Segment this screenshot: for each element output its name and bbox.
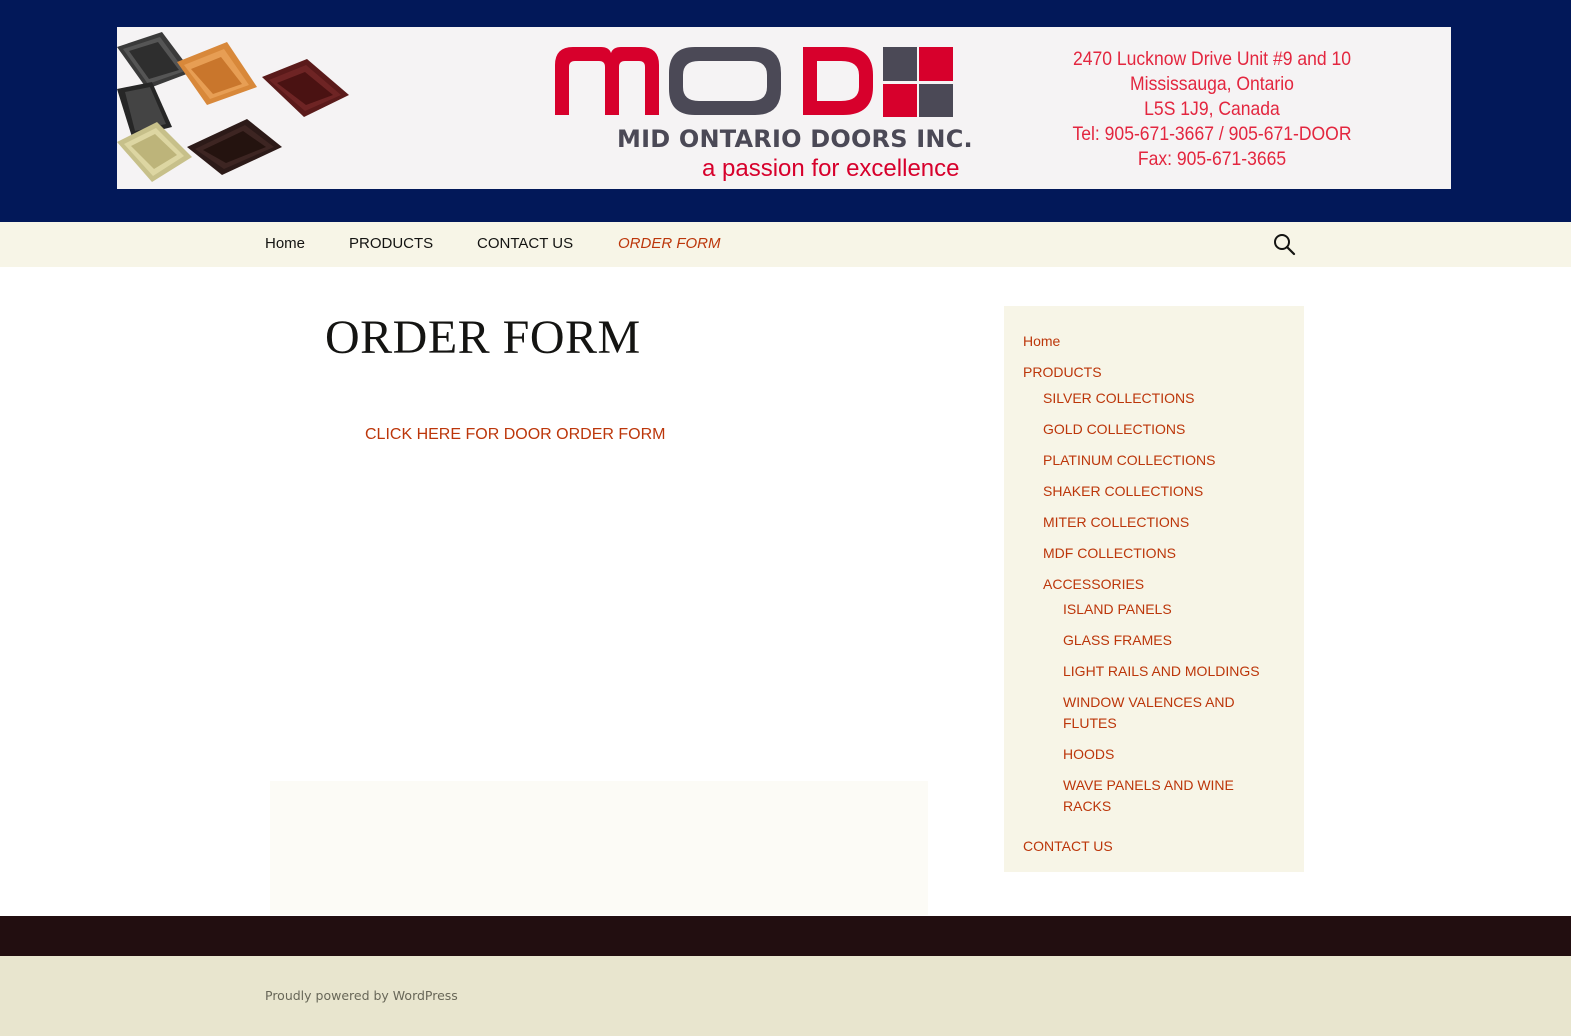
sidebar-item-platinum-collections[interactable]: PLATINUM COLLECTIONS bbox=[1043, 450, 1215, 471]
sidebar-item-products[interactable]: PRODUCTS bbox=[1023, 362, 1102, 383]
sidebar-item-mdf-collections[interactable]: MDF COLLECTIONS bbox=[1043, 543, 1176, 564]
mod-logo-icon bbox=[555, 47, 953, 117]
company-tagline: a passion for excellence bbox=[702, 155, 960, 182]
site-footer: Proudly powered by WordPress bbox=[0, 956, 1571, 1036]
sidebar-item-shaker-collections[interactable]: SHAKER COLLECTIONS bbox=[1043, 481, 1203, 502]
address-line: Mississauga, Ontario bbox=[1130, 73, 1294, 95]
page-title: ORDER FORM bbox=[325, 311, 641, 364]
sidebar-item-wave-panels[interactable]: WAVE PANELS AND WINE bbox=[1063, 775, 1234, 796]
sidebar-item-contact-us[interactable]: CONTACT US bbox=[1023, 836, 1113, 857]
main-navigation: Home PRODUCTS CONTACT US ORDER FORM bbox=[0, 222, 1571, 267]
entry-footer-box bbox=[270, 781, 928, 915]
nav-order-form[interactable]: ORDER FORM bbox=[618, 235, 721, 252]
door-order-form-link[interactable]: CLICK HERE FOR DOOR ORDER FORM bbox=[365, 426, 665, 444]
address-line: 2470 Lucknow Drive Unit #9 and 10 bbox=[1072, 48, 1352, 70]
sidebar-item-gold-collections[interactable]: GOLD COLLECTIONS bbox=[1043, 419, 1185, 440]
sidebar-widget: Home PRODUCTS SILVER COLLECTIONS GOLD CO… bbox=[1004, 306, 1304, 872]
nav-contact-us[interactable]: CONTACT US bbox=[477, 235, 573, 252]
powered-by-wordpress-link[interactable]: Proudly powered by WordPress bbox=[265, 988, 458, 1003]
footer-widget-strip bbox=[0, 916, 1571, 956]
sidebar-item-wave-panels-cont[interactable]: RACKS bbox=[1063, 796, 1111, 817]
sidebar-item-window-valences-cont[interactable]: FLUTES bbox=[1063, 713, 1117, 734]
sidebar-item-accessories[interactable]: ACCESSORIES bbox=[1043, 574, 1144, 595]
search-icon[interactable] bbox=[1272, 232, 1296, 256]
header-banner[interactable]: MID ONTARIO DOORS INC. a passion for exc… bbox=[117, 27, 1451, 189]
door-samples-image bbox=[117, 32, 349, 182]
sidebar-item-island-panels[interactable]: ISLAND PANELS bbox=[1063, 599, 1172, 620]
sidebar-item-hoods[interactable]: HOODS bbox=[1063, 744, 1114, 765]
address-line: L5S 1J9, Canada bbox=[1144, 98, 1280, 120]
sidebar-item-home[interactable]: Home bbox=[1023, 331, 1060, 352]
fax-line: Fax: 905-671-3665 bbox=[1137, 148, 1287, 170]
sidebar-item-silver-collections[interactable]: SILVER COLLECTIONS bbox=[1043, 388, 1194, 409]
sidebar-item-miter-collections[interactable]: MITER COLLECTIONS bbox=[1043, 512, 1189, 533]
sidebar-item-glass-frames[interactable]: GLASS FRAMES bbox=[1063, 630, 1172, 651]
sidebar-item-light-rails-and-moldings[interactable]: LIGHT RAILS AND MOLDINGS bbox=[1063, 661, 1260, 682]
sidebar-item-window-valences[interactable]: WINDOW VALENCES AND bbox=[1063, 692, 1235, 713]
company-name: MID ONTARIO DOORS INC. bbox=[617, 125, 973, 153]
nav-home[interactable]: Home bbox=[265, 235, 305, 252]
site-header: MID ONTARIO DOORS INC. a passion for exc… bbox=[0, 0, 1571, 222]
company-address: 2470 Lucknow Drive Unit #9 and 10 Missis… bbox=[1047, 47, 1377, 172]
nav-products[interactable]: PRODUCTS bbox=[349, 235, 433, 252]
phone-line: Tel: 905-671-3667 / 905-671-DOOR bbox=[1072, 123, 1352, 145]
